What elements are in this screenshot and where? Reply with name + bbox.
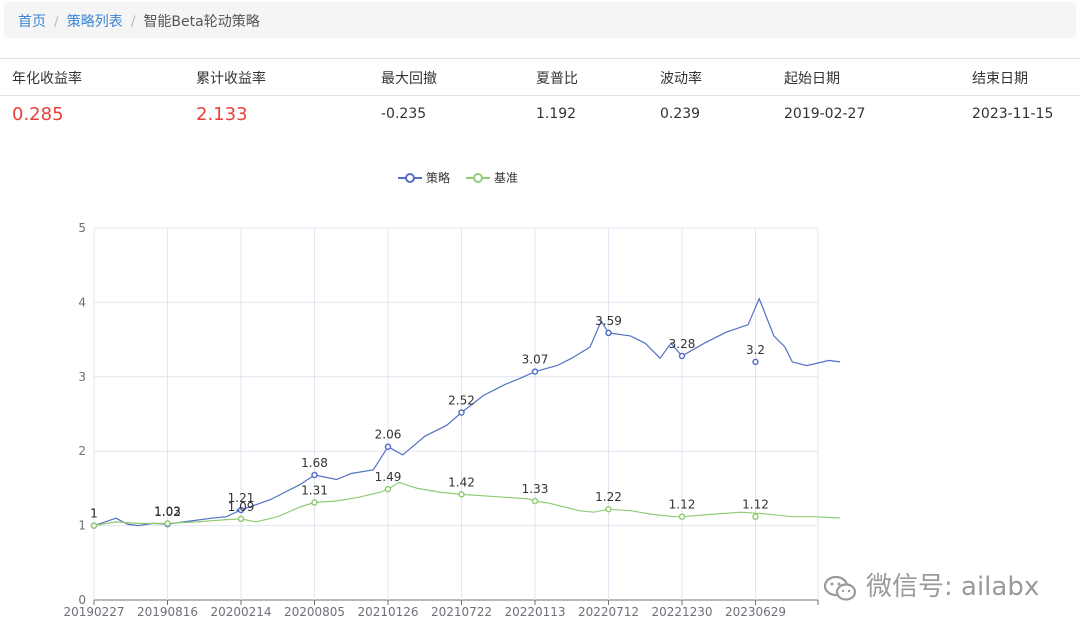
data-label: 1.31 [301, 484, 328, 498]
data-point [531, 497, 539, 505]
data-point [90, 522, 98, 529]
x-tick-label: 20220113 [504, 605, 565, 619]
watermark-text: 微信号: ailabx [866, 572, 1040, 602]
data-label: 2.06 [375, 428, 402, 442]
data-label: 1.12 [742, 498, 769, 512]
legend-label: 策略 [426, 170, 450, 185]
stat-value-annual-return: 0.285 [12, 104, 64, 125]
stat-label-annual-return: 年化收益率 [12, 71, 82, 87]
stat-value-start-date: 2019-02-27 [784, 106, 866, 122]
data-point [384, 485, 392, 493]
data-point [531, 368, 539, 375]
y-tick-label: 3 [78, 370, 86, 384]
data-label: 3.2 [746, 343, 765, 357]
stat-label-start-date: 起始日期 [784, 71, 840, 87]
x-tick-label: 20220712 [578, 605, 639, 619]
legend-swatch-marker [405, 173, 415, 183]
stat-label-end-date: 结束日期 [972, 71, 1028, 87]
legend-swatch-marker [473, 173, 483, 183]
data-point [678, 513, 686, 520]
stat-value-end-date: 2023-11-15 [972, 106, 1054, 122]
data-point [311, 471, 318, 479]
series-line-strategy [93, 297, 840, 527]
line-chart: 01234520190227 20190816 20200214 20200805 20… [63, 170, 840, 619]
legend-label: 基准 [494, 171, 518, 185]
y-tick-label: 4 [78, 295, 86, 309]
data-label: 1.12 [669, 498, 696, 512]
data-label: 2.52 [448, 394, 475, 408]
stats-table: 年化收益率 0.285 累计收益率 2.133 最大回撤 -0.235 夏普比 … [0, 58, 1080, 128]
data-point [678, 352, 686, 360]
stat-value-cumulative-return: 2.133 [196, 104, 248, 125]
x-tick-label: 20200805 [284, 605, 345, 619]
data-label: 1.49 [375, 470, 402, 484]
data-point [458, 491, 465, 498]
data-point [605, 505, 612, 513]
data-point [311, 499, 318, 506]
stat-label-cumulative-return: 累计收益率 [196, 71, 266, 87]
stat-label-max-drawdown: 最大回撤 [381, 71, 437, 87]
data-label: 1.03 [154, 504, 181, 518]
data-label: 3.28 [669, 337, 696, 351]
breadcrumb: 首页 / 策略列表 / 智能Beta轮动策略 [4, 2, 1076, 38]
data-label: 1.42 [448, 475, 475, 489]
x-tick-label: 20221230 [651, 605, 712, 619]
data-label: 3.59 [595, 314, 622, 328]
stat-value-max-drawdown: -0.235 [381, 106, 427, 122]
data-point [752, 513, 759, 520]
data-point [384, 443, 392, 450]
data-point [237, 515, 245, 523]
data-label: 1.22 [595, 490, 622, 504]
x-tick-label: 20230629 [725, 605, 786, 619]
breadcrumb-current: 智能Beta轮动策略 [143, 14, 260, 30]
y-tick-label: 2 [78, 444, 86, 458]
stat-label-volatility: 波动率 [660, 71, 702, 87]
x-tick-label: 20190816 [137, 605, 198, 619]
stat-value-sharpe: 1.192 [536, 106, 577, 122]
data-label: 1 [90, 507, 98, 521]
data-label: 3.07 [522, 353, 549, 367]
y-tick-label: 1 [78, 519, 86, 533]
stats-row-border [0, 95, 1080, 96]
data-label: 1.68 [301, 456, 328, 470]
x-tick-label: 20210722 [431, 605, 492, 619]
breadcrumb-home-link[interactable]: 首页 [18, 14, 46, 30]
wechat-icon [823, 575, 857, 601]
x-tick-label: 20210126 [357, 605, 418, 619]
data-point [752, 358, 759, 366]
data-point [458, 409, 465, 416]
breadcrumb-separator: / [54, 14, 59, 30]
breadcrumb-strategy-list-link[interactable]: 策略列表 [67, 14, 123, 30]
stat-label-sharpe: 夏普比 [536, 71, 578, 87]
breadcrumb-separator: / [130, 14, 136, 30]
y-tick-label: 5 [78, 221, 86, 235]
x-tick-label: 20200214 [210, 605, 271, 619]
data-point [164, 520, 171, 527]
data-point [605, 329, 612, 337]
data-label: 1.09 [228, 500, 255, 514]
watermark: 微信号: ailabx [822, 566, 1039, 603]
data-label: 1.33 [522, 482, 549, 496]
stat-value-volatility: 0.239 [660, 106, 701, 122]
x-tick-label: 20190227 [63, 605, 124, 619]
stats-header-border [0, 58, 1080, 59]
